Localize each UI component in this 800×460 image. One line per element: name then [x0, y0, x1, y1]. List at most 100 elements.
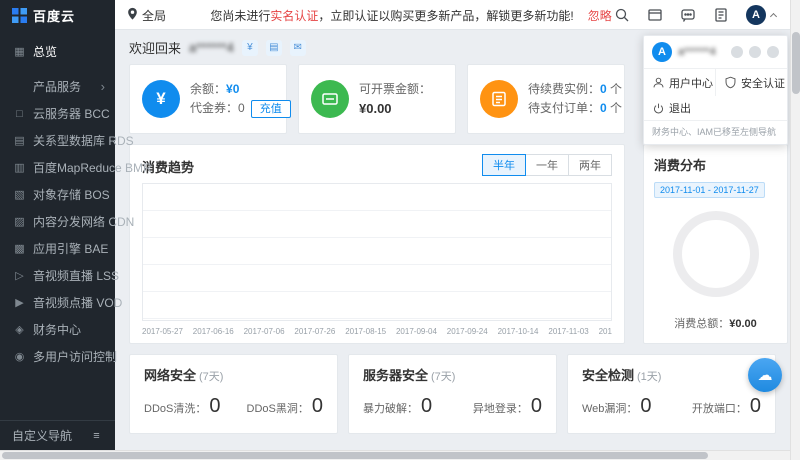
- horizontal-scrollbar-thumb[interactable]: [2, 452, 708, 459]
- ddos-clean-stat[interactable]: DDoS清洗： 0: [144, 395, 220, 418]
- sidebar-item-bcc[interactable]: □ 云服务器 BCC: [0, 100, 115, 127]
- mapreduce-icon: ▥: [14, 162, 25, 174]
- account-username: a******4: [678, 46, 716, 58]
- welcome-username: a******4: [189, 40, 234, 55]
- main-content: 欢迎回来 a******4 ¥ ▤ ✉ ¥ 余额：¥0 代金券：0 充值 可开票金…: [115, 30, 790, 450]
- account-dropdown: A a******4 用户中心 安全认证 退出 财务中心、IAM已移至左侧导航: [643, 35, 788, 145]
- welcome-greeting: 欢迎回来: [129, 41, 182, 56]
- web-vuln-stat[interactable]: Web漏洞： 0: [582, 395, 652, 418]
- recharge-button[interactable]: 充值: [250, 100, 291, 118]
- horizontal-scrollbar: [0, 450, 790, 460]
- region-selector[interactable]: 全局: [127, 0, 166, 30]
- cloud-support-button[interactable]: ☁: [748, 358, 782, 392]
- tab-half-year[interactable]: 半年: [482, 154, 526, 176]
- social-icon-1[interactable]: [731, 46, 743, 58]
- distribution-donut-chart: [673, 211, 759, 297]
- voucher-label: 代金券：: [190, 101, 239, 115]
- baidu-cloud-logo-icon: [12, 7, 27, 23]
- unpaid-value[interactable]: 0: [600, 101, 607, 115]
- id-badge-icon[interactable]: ▤: [265, 39, 282, 56]
- remote-login-stat[interactable]: 异地登录： 0: [473, 395, 542, 418]
- trend-range-tabs: 半年 一年 两年: [482, 154, 612, 176]
- brute-force-stat[interactable]: 暴力破解： 0: [363, 395, 432, 418]
- date-range-tag[interactable]: 2017-11-01 - 2017-11-27: [654, 182, 765, 198]
- menu-moved-note: 财务中心、IAM已移至左侧导航: [644, 120, 787, 144]
- menu-lines-icon: ≡: [93, 429, 100, 442]
- server-security-title: 服务器安全: [363, 368, 429, 383]
- topbar: 百度云 全局 您尚未进行 实名认证 ，立即认证以购买更多新产品，解锁更多新功能! 忽…: [0, 0, 790, 30]
- region-label: 全局: [142, 8, 167, 23]
- sidebar-item-bos[interactable]: ▧ 对象存储 BOS: [0, 181, 115, 208]
- sidebar: ▦ 总览 产品服务 › □ 云服务器 BCC ▤ 关系型数据库 RDS ▥ 百度…: [0, 30, 152, 450]
- finance-icon: ◈: [15, 324, 24, 336]
- console-root: 百度云 全局 您尚未进行 实名认证 ，立即认证以购买更多新产品，解锁更多新功能! 忽…: [0, 0, 800, 460]
- notice-body: ，立即认证以购买更多新产品，解锁更多新功能!: [318, 8, 574, 23]
- welcome-row: 欢迎回来 a******4 ¥ ▤ ✉: [129, 38, 306, 57]
- open-port-stat[interactable]: 开放端口： 0: [692, 395, 761, 418]
- sidebar-item-overview[interactable]: ▦ 总览: [0, 38, 115, 65]
- trend-chart-area: [142, 183, 612, 321]
- sidebar-item-bmr[interactable]: ▥ 百度MapReduce BMR: [0, 154, 151, 181]
- vod-icon: ▶: [15, 297, 24, 309]
- vertical-scrollbar: [790, 0, 800, 460]
- database-icon: ▤: [14, 135, 25, 147]
- realname-auth-link[interactable]: 实名认证: [270, 7, 318, 24]
- mail-icon[interactable]: ✉: [289, 39, 306, 56]
- renew-value[interactable]: 0: [600, 82, 607, 96]
- account-menu-trigger[interactable]: A: [746, 5, 778, 25]
- sidebar-item-finance[interactable]: ◈ 财务中心: [0, 316, 115, 343]
- sidebar-item-rds[interactable]: ▤ 关系型数据库 RDS: [0, 127, 133, 154]
- consumption-trend-card: 消费趋势 半年 一年 两年 2017-05-27 2017-06-16 2017…: [129, 144, 625, 344]
- engine-icon: ▩: [14, 243, 25, 255]
- sidebar-item-lss[interactable]: ▷ 音视频直播 LSS: [0, 262, 119, 289]
- distribution-total: 消费总额：¥0.00: [674, 318, 757, 330]
- cdn-icon: ▨: [14, 216, 25, 228]
- security-auth-menu-item[interactable]: 安全认证: [715, 69, 787, 96]
- invoice-ticket-icon: [311, 80, 349, 118]
- network-security-card: 网络安全 (7天) DDoS清洗： 0 DDoS黑洞： 0: [129, 354, 338, 434]
- tab-one-year[interactable]: 一年: [525, 154, 569, 176]
- shield-icon: [725, 76, 736, 89]
- ignore-notice-link[interactable]: 忽略: [588, 7, 612, 24]
- security-scan-card: 安全检测 (1天) Web漏洞： 0 开放端口： 0: [567, 354, 776, 434]
- account-dropdown-header: A a******4: [644, 36, 787, 68]
- balance-label: 余额：: [190, 82, 227, 96]
- cloud-icon: ☁: [757, 367, 773, 384]
- chevron-up-icon: [769, 12, 778, 21]
- social-icon-3[interactable]: [767, 46, 779, 58]
- trend-x-axis: 2017-05-27 2017-06-16 2017-07-06 2017-07…: [142, 327, 612, 336]
- realname-notice: 您尚未进行 实名认证 ，立即认证以购买更多新产品，解锁更多新功能! 忽略: [210, 0, 611, 30]
- consumption-distribution-card: 消费分布 2017-11-01 - 2017-11-27 消费总额：¥0.00: [643, 144, 788, 344]
- balance-value[interactable]: ¥0: [226, 82, 239, 96]
- invoice-label: 可开票金额：: [359, 81, 432, 96]
- balance-card: ¥ 余额：¥0 代金券：0 充值: [129, 64, 291, 134]
- avatar: A: [652, 42, 672, 62]
- grid-overview-icon: ▦: [14, 46, 25, 58]
- sidebar-item-bae[interactable]: ▩ 应用引擎 BAE: [0, 235, 115, 262]
- message-icon[interactable]: [680, 7, 696, 23]
- ddos-blackhole-stat[interactable]: DDoS黑洞： 0: [247, 395, 323, 418]
- vertical-scrollbar-thumb[interactable]: [792, 32, 800, 94]
- power-icon: [654, 103, 663, 113]
- user-icon: [653, 77, 664, 88]
- tab-two-years[interactable]: 两年: [568, 154, 612, 176]
- renew-label: 待续费实例：: [528, 82, 601, 96]
- custom-nav-button[interactable]: 自定义导航 ≡: [0, 420, 115, 450]
- social-icon-2[interactable]: [749, 46, 761, 58]
- invoice-card: 可开票金额： ¥0.00: [298, 64, 456, 134]
- baidu-cloud-logo[interactable]: 百度云: [0, 0, 115, 30]
- sidebar-section-products[interactable]: 产品服务 ›: [0, 73, 115, 100]
- sidebar-item-cdn[interactable]: ▨ 内容分发网络 CDN: [0, 208, 134, 235]
- avatar: A: [746, 5, 766, 25]
- wallet-icon[interactable]: ¥: [241, 39, 258, 56]
- docs-icon[interactable]: [713, 7, 729, 23]
- order-list-icon: [480, 80, 518, 118]
- search-icon[interactable]: [614, 7, 630, 23]
- distribution-title: 消费分布: [654, 158, 707, 173]
- logout-menu-item[interactable]: 退出: [644, 96, 787, 120]
- sidebar-item-vod[interactable]: ▶ 音视频点播 VOD: [0, 289, 122, 316]
- user-center-menu-item[interactable]: 用户中心: [644, 69, 715, 96]
- console-icon[interactable]: [647, 7, 663, 23]
- sidebar-item-iam[interactable]: ◉ 多用户访问控制: [0, 343, 117, 370]
- chevron-right-icon: ›: [100, 79, 105, 94]
